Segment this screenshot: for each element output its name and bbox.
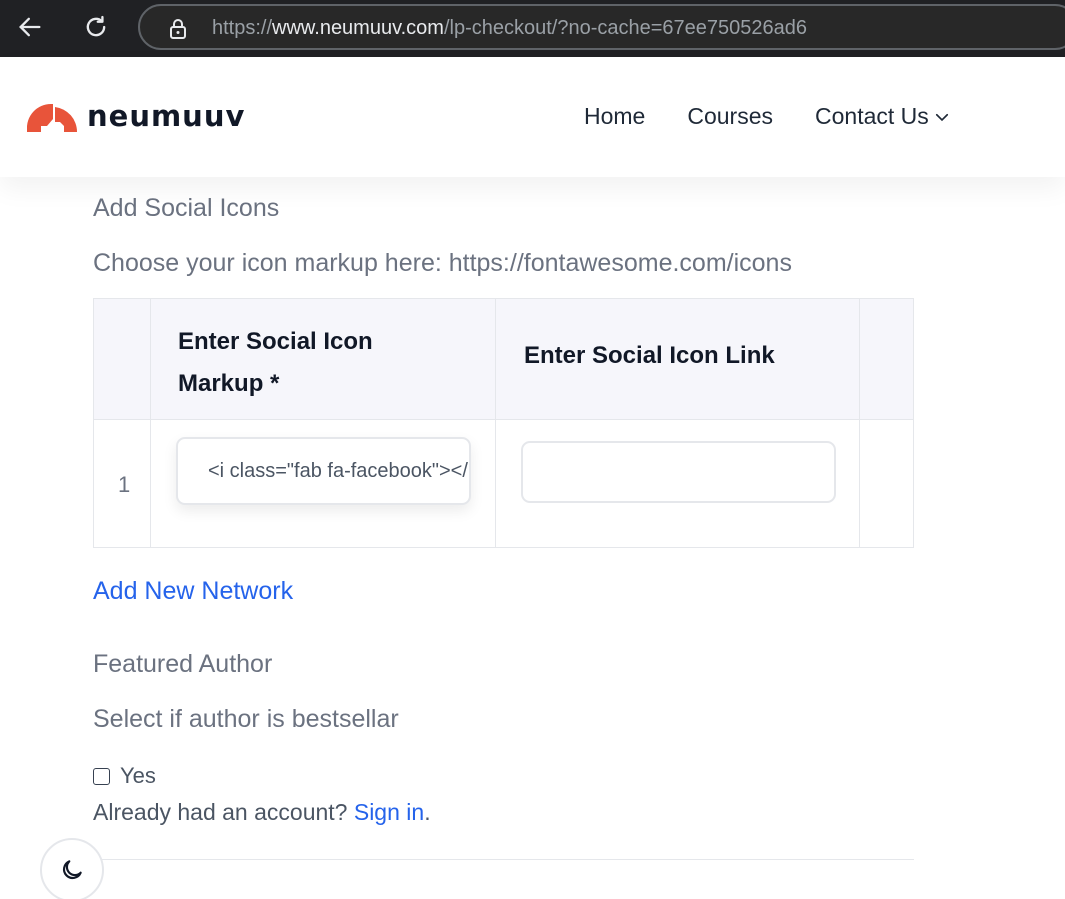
social-icon-link-input[interactable] xyxy=(521,441,836,503)
featured-author-title: Featured Author xyxy=(93,650,273,678)
column-divider xyxy=(150,299,151,547)
url-text: https://www.neumuuv.com/lp-checkout/?no-… xyxy=(212,17,808,39)
account-prefix: Already had an account? xyxy=(93,799,354,825)
arrow-left-icon xyxy=(19,17,41,37)
row-number: 1 xyxy=(118,472,131,497)
logo-text: neumuuv xyxy=(87,99,246,133)
reload-button[interactable] xyxy=(78,11,114,43)
chevron-down-icon xyxy=(935,113,948,121)
site-header: neumuuv Home Courses Contact Us xyxy=(0,57,1065,177)
featured-author-helper: Select if author is bestsellar xyxy=(93,705,399,733)
browser-toolbar: https://www.neumuuv.com/lp-checkout/?no-… xyxy=(0,0,1065,57)
logo-mark-icon xyxy=(27,103,77,132)
column-divider xyxy=(495,299,496,547)
lock-icon[interactable] xyxy=(166,17,190,46)
bestseller-checkbox[interactable] xyxy=(93,767,110,785)
logo[interactable]: neumuuv xyxy=(27,99,245,133)
social-icon-markup-input[interactable] xyxy=(176,437,471,505)
column-divider xyxy=(859,299,860,547)
address-bar[interactable]: https://www.neumuuv.com/lp-checkout/?no-… xyxy=(138,4,1065,50)
helper-text: Choose your icon markup here: https://fo… xyxy=(93,249,792,277)
nav-home[interactable]: Home xyxy=(584,103,645,130)
column-header-markup: Enter Social Icon Markup * xyxy=(178,328,373,397)
reload-icon xyxy=(86,15,106,37)
add-new-network-link[interactable]: Add New Network xyxy=(93,577,293,606)
section-title: Add Social Icons xyxy=(93,194,280,222)
theme-toggle-button[interactable] xyxy=(40,838,104,899)
nav-contact-us[interactable]: Contact Us xyxy=(815,103,951,130)
column-header-link: Enter Social Icon Link xyxy=(524,342,775,369)
divider xyxy=(93,859,914,860)
main-nav: Home Courses Contact Us xyxy=(584,103,951,130)
moon-icon xyxy=(62,860,82,880)
account-prompt: Already had an account? Sign in. xyxy=(93,799,431,826)
back-button[interactable] xyxy=(12,11,48,43)
nav-courses[interactable]: Courses xyxy=(687,103,773,130)
social-icons-table: Enter Social Icon Markup * Enter Social … xyxy=(93,298,914,548)
checkbox-label: Yes xyxy=(120,763,156,788)
sign-in-link[interactable]: Sign in xyxy=(354,799,424,825)
bestseller-checkbox-row[interactable]: Yes xyxy=(93,763,156,789)
nav-contact-us-label: Contact Us xyxy=(815,103,929,129)
account-suffix: . xyxy=(424,799,431,825)
